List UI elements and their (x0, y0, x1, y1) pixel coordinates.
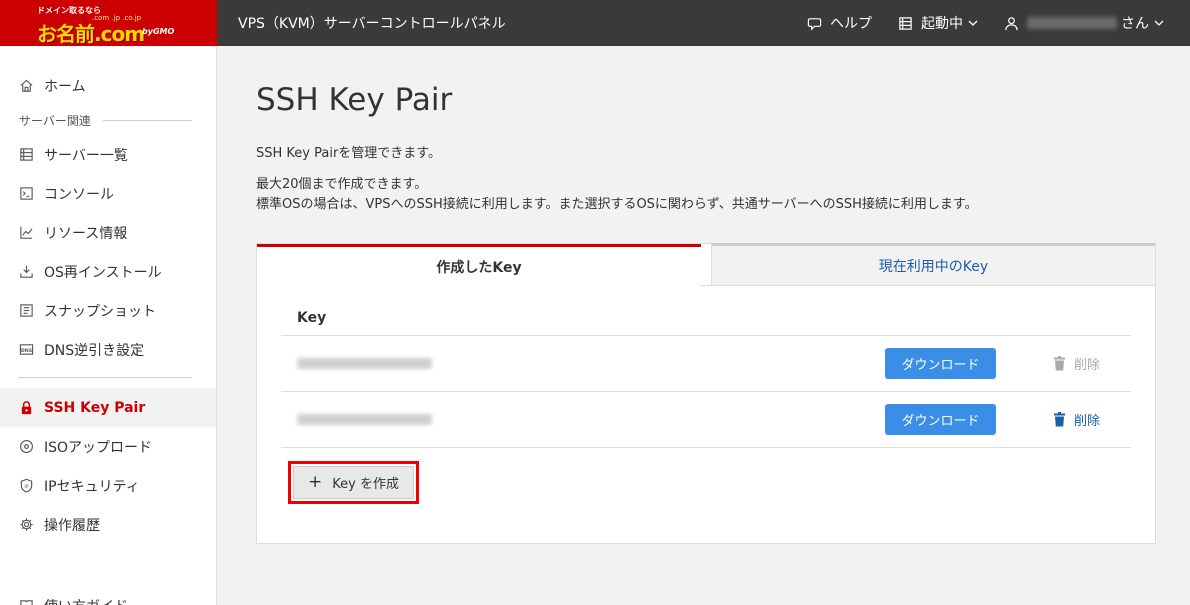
chevron-down-icon (1154, 20, 1164, 26)
sidebar-item-label: ホーム (44, 78, 86, 95)
username-redacted (1027, 17, 1117, 29)
sidebar-item-iso-upload[interactable]: ISOアップロード (0, 427, 216, 466)
limit-note: 最大20個まで作成できます。 (256, 177, 428, 192)
tab-bar: 作成したKey 現在利用中のKey (257, 243, 1156, 286)
disc-icon (20, 440, 33, 453)
sidebar-item-label: ISOアップロード (44, 439, 153, 456)
usage-note: 標準OSの場合は、VPSへのSSH接続に利用します。また選択するOSに関わらず、… (256, 197, 978, 212)
help-label: ヘルプ (830, 16, 872, 32)
sidebar-section-label: サーバー関連 (19, 113, 91, 128)
trash-icon (1054, 412, 1065, 427)
delete-label: 削除 (1074, 414, 1101, 429)
sidebar-item-ssh-key-pair[interactable]: SSH Key Pair (0, 388, 216, 427)
lock-icon (21, 401, 32, 415)
key-name-redacted (297, 358, 432, 369)
chat-bubble-icon (807, 17, 822, 31)
book-icon (20, 600, 33, 605)
dns-icon: DNS (19, 344, 34, 355)
logo-wordmark: お名前.com (37, 22, 145, 46)
trash-icon (1054, 356, 1065, 371)
reinstall-icon (20, 265, 33, 278)
sidebar-item-label: 使い方ガイド (44, 596, 128, 605)
sidebar-item-label: DNS逆引き設定 (44, 342, 145, 359)
page-description: SSH Key Pairを管理できます。 (256, 146, 441, 161)
page-title: SSH Key Pair (256, 82, 453, 118)
server-status-icon (899, 16, 912, 30)
delete-button[interactable]: 削除 (1053, 410, 1100, 429)
sidebar-item-server-list[interactable]: サーバー一覧 (0, 135, 216, 174)
tab-created-keys[interactable]: 作成したKey (257, 244, 701, 286)
sidebar-item-label: SSH Key Pair (44, 399, 146, 416)
console-icon (20, 187, 33, 200)
sidebar-item-os-reinstall[interactable]: OS再インストール (0, 252, 216, 291)
snapshot-icon (20, 304, 33, 317)
chevron-down-icon (968, 20, 978, 26)
download-button[interactable]: ダウンロード (885, 348, 996, 379)
header-nav: ヘルプ 起動中 さん (807, 0, 1190, 46)
sidebar-section-server: サーバー関連 (0, 105, 216, 135)
logo-gmo: byGMO (142, 27, 175, 36)
sidebar-item-label: IPセキュリティ (44, 478, 140, 495)
delete-button-disabled: 削除 (1053, 354, 1100, 373)
sidebar-item-label: コンソール (44, 186, 114, 203)
tab-spacer (701, 244, 711, 286)
table-row: ダウンロード 削除 (281, 336, 1131, 392)
sidebar-item-label: スナップショット (44, 303, 156, 320)
main-content: SSH Key Pair SSH Key Pairを管理できます。 最大20個ま… (217, 46, 1190, 605)
user-suffix: さん (1121, 16, 1149, 32)
sidebar-item-snapshot[interactable]: スナップショット (0, 291, 216, 330)
divider (102, 119, 192, 121)
sidebar-item-label: リソース情報 (44, 225, 128, 242)
key-table: Key ダウンロード 削除 ダウンロード 削除 (281, 300, 1131, 448)
server-status-menu[interactable]: 起動中 (898, 13, 978, 33)
create-key-button[interactable]: + Key を作成 (293, 466, 414, 499)
plus-icon: + (308, 472, 323, 492)
create-key-highlight: + Key を作成 (288, 461, 419, 504)
shield-icon: IP (20, 478, 33, 493)
tab-keys-in-use[interactable]: 現在利用中のKey (711, 243, 1156, 286)
sidebar-item-label: 操作履歴 (44, 517, 100, 534)
sidebar-item-label: サーバー一覧 (44, 147, 128, 164)
svg-text:IP: IP (24, 484, 28, 490)
table-header-key: Key (281, 300, 1131, 336)
svg-text:DNS: DNS (21, 348, 33, 354)
delete-label: 削除 (1074, 358, 1101, 373)
sidebar-item-resource[interactable]: リソース情報 (0, 213, 216, 252)
sidebar-item-label: OS再インストール (44, 264, 162, 281)
user-menu[interactable]: さん (1004, 13, 1164, 33)
download-button[interactable]: ダウンロード (885, 404, 996, 435)
status-label: 起動中 (921, 16, 963, 32)
create-key-label: Key を作成 (332, 477, 399, 492)
divider (19, 377, 192, 378)
sidebar-item-history[interactable]: 操作履歴 (0, 505, 216, 544)
table-row: ダウンロード 削除 (281, 392, 1131, 448)
key-name-redacted (297, 414, 432, 425)
top-bar: ドメイン取るなら .com .jp .co.jp お名前.com byGMO V… (0, 0, 1190, 46)
sidebar-item-home[interactable]: ホーム (0, 66, 216, 105)
sidebar: ホーム サーバー関連 サーバー一覧 コンソール リソース情報 OS再インストール… (0, 46, 217, 605)
help-link[interactable]: ヘルプ (807, 13, 872, 33)
key-pair-panel: 作成したKey 現在利用中のKey Key ダウンロード 削除 ダウンロード 削… (256, 243, 1156, 544)
sidebar-item-ip-security[interactable]: IP IPセキュリティ (0, 466, 216, 505)
home-icon (20, 79, 33, 92)
server-list-icon (20, 148, 33, 161)
chart-icon (20, 226, 33, 239)
user-icon (1005, 16, 1018, 30)
sidebar-item-console[interactable]: コンソール (0, 174, 216, 213)
app-title: VPS（KVM）サーバーコントロールパネル (238, 16, 506, 32)
sidebar-item-guide[interactable]: 使い方ガイド (0, 586, 216, 605)
sidebar-item-dns[interactable]: DNS DNS逆引き設定 (0, 330, 216, 369)
onamae-logo[interactable]: ドメイン取るなら .com .jp .co.jp お名前.com byGMO (0, 0, 217, 46)
gear-icon (20, 518, 33, 531)
